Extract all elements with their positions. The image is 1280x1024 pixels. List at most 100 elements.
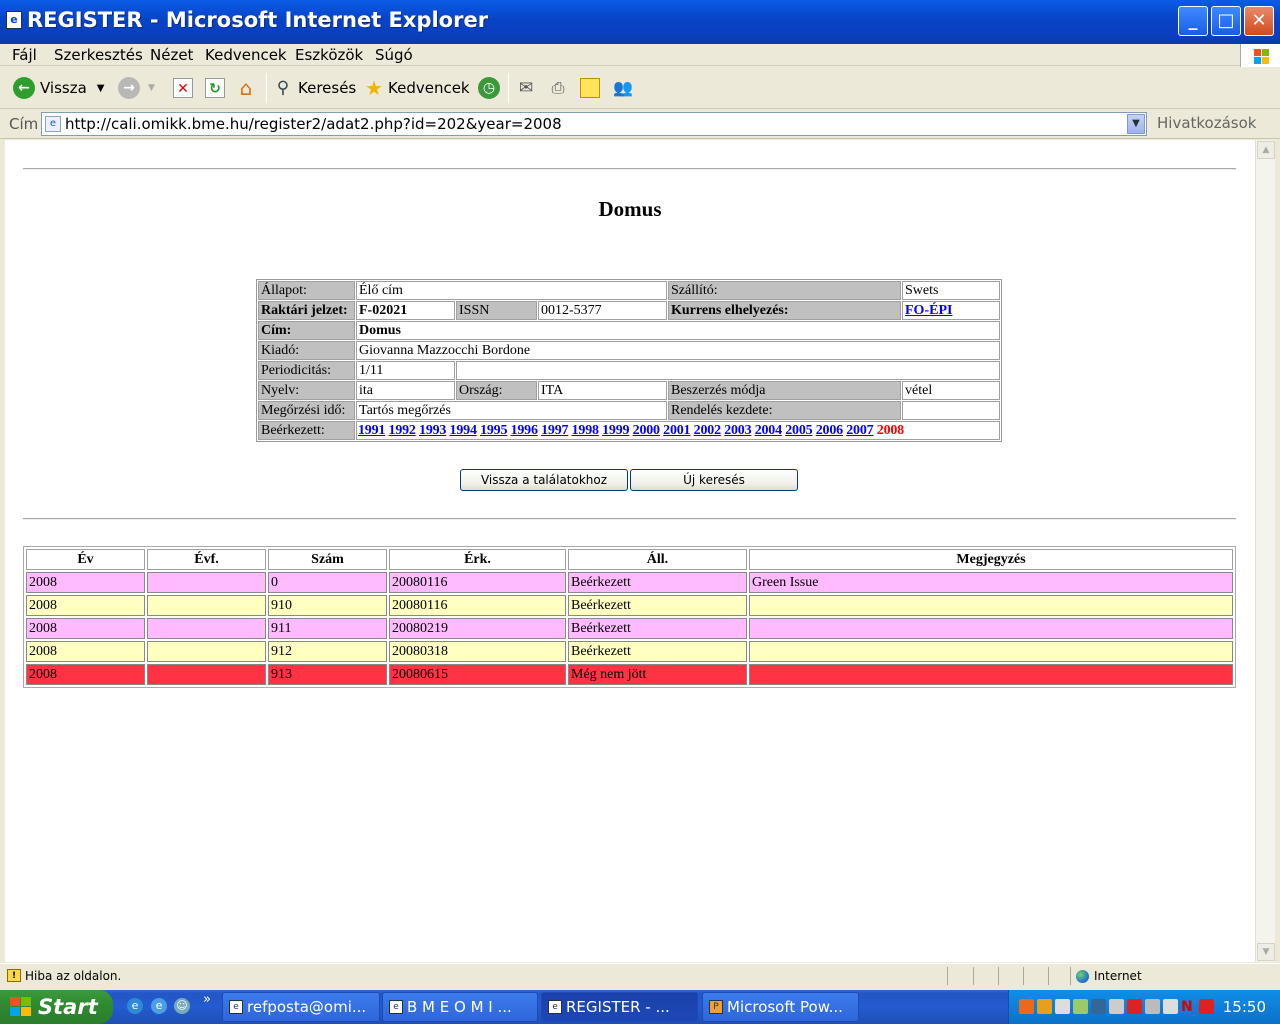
- page-title: Domus: [598, 197, 662, 221]
- links-label[interactable]: Hivatkozások: [1157, 114, 1256, 132]
- tray-app-icon[interactable]: [1019, 999, 1034, 1014]
- home-button[interactable]: ⌂: [236, 75, 256, 101]
- year-link[interactable]: 1999: [602, 423, 629, 438]
- year-link[interactable]: 2002: [694, 423, 721, 438]
- system-clock[interactable]: 15:50: [1223, 998, 1266, 1016]
- address-input[interactable]: e http://cali.omikk.bme.hu/register2/ada…: [41, 112, 1147, 136]
- year-link[interactable]: 2001: [663, 423, 690, 438]
- task-powerpoint[interactable]: P Microsoft Pow...: [702, 992, 859, 1022]
- error-warning-icon[interactable]: !: [7, 969, 21, 982]
- address-url[interactable]: http://cali.omikk.bme.hu/register2/adat2…: [65, 115, 562, 133]
- tray-app-icon[interactable]: [1109, 999, 1124, 1014]
- year-link[interactable]: 1991: [358, 423, 385, 438]
- vertical-scrollbar[interactable]: ▲ ▼: [1255, 140, 1275, 962]
- quicklaunch-outlook-icon[interactable]: e: [151, 998, 167, 1014]
- new-search-button[interactable]: Új keresés: [630, 469, 798, 491]
- top-divider: [23, 168, 1236, 170]
- address-bar: Cím e http://cali.omikk.bme.hu/register2…: [0, 109, 1280, 139]
- menu-tools[interactable]: Eszközök: [295, 46, 363, 64]
- year-link[interactable]: 2004: [755, 423, 782, 438]
- print-button[interactable]: ⎙: [548, 75, 568, 101]
- page-icon: e: [45, 116, 61, 132]
- start-button[interactable]: Start: [0, 990, 113, 1024]
- year-link[interactable]: 1996: [511, 423, 538, 438]
- forward-button[interactable]: → ▼: [118, 75, 155, 101]
- current-year: 2008: [876, 422, 904, 438]
- journal-info-table: Állapot: Élő cím Szállító: Swets Raktári…: [256, 279, 1002, 442]
- tray-app-icon[interactable]: [1163, 999, 1178, 1014]
- cell-note: [749, 595, 1233, 616]
- periodicity-label: Periodicitás:: [258, 361, 355, 380]
- search-button[interactable]: ⚲ Keresés: [273, 75, 356, 101]
- tray-app-icon[interactable]: [1055, 999, 1070, 1014]
- tray-volume-icon[interactable]: [1145, 999, 1160, 1014]
- cell-number: 910: [268, 595, 387, 616]
- tray-alert-icon[interactable]: [1127, 999, 1142, 1014]
- year-link[interactable]: 2006: [816, 423, 843, 438]
- year-link[interactable]: 1997: [541, 423, 568, 438]
- tray-network-icon[interactable]: [1091, 999, 1106, 1014]
- ie-page-icon: e: [6, 11, 22, 29]
- current-location-link[interactable]: FO-ÉPI: [905, 303, 952, 318]
- menu-file[interactable]: Fájl: [12, 46, 37, 64]
- maximize-button[interactable]: □: [1211, 6, 1241, 36]
- received-label: Beérkezett:: [258, 421, 355, 440]
- forward-arrow-icon: →: [118, 77, 140, 99]
- search-label: Keresés: [298, 79, 357, 97]
- mail-button[interactable]: ✉: [516, 75, 536, 101]
- back-to-results-button[interactable]: Vissza a találatokhoz: [460, 469, 628, 491]
- outlook-task-icon: e: [229, 1000, 243, 1014]
- menu-help[interactable]: Súgó: [375, 46, 413, 64]
- scroll-down-icon[interactable]: ▼: [1257, 943, 1275, 961]
- back-button[interactable]: ← Vissza ▼: [13, 75, 105, 101]
- year-link[interactable]: 1993: [419, 423, 446, 438]
- year-link[interactable]: 1998: [572, 423, 599, 438]
- cell-status: Beérkezett: [568, 618, 747, 639]
- year-link[interactable]: 1992: [389, 423, 416, 438]
- refresh-button[interactable]: ↻: [205, 75, 225, 101]
- scroll-up-icon[interactable]: ▲: [1257, 141, 1275, 159]
- tray-app-icon[interactable]: [1037, 999, 1052, 1014]
- task-register[interactable]: e REGISTER - ...: [541, 992, 698, 1022]
- tray-app-icon[interactable]: [1073, 999, 1088, 1014]
- cell-year: 2008: [26, 641, 145, 662]
- year-link[interactable]: 2005: [785, 423, 812, 438]
- task-bme-omikk[interactable]: e B M E O M I ...: [382, 992, 538, 1022]
- cell-volume: [147, 572, 266, 593]
- quicklaunch-overflow-icon[interactable]: »: [203, 992, 211, 1007]
- menu-edit[interactable]: Szerkesztés: [54, 46, 143, 64]
- windows-flag-icon: [10, 997, 32, 1017]
- year-link[interactable]: 2007: [846, 423, 873, 438]
- address-dropdown-icon[interactable]: ▼: [1127, 114, 1145, 134]
- status-message[interactable]: Hiba az oldalon.: [25, 969, 121, 983]
- system-tray: N 15:50: [1008, 990, 1280, 1024]
- col-header-volume: Évf.: [147, 549, 266, 570]
- edit-button[interactable]: [580, 75, 600, 101]
- forward-dropdown-icon[interactable]: ▼: [148, 83, 155, 93]
- year-link[interactable]: 1995: [480, 423, 507, 438]
- year-link[interactable]: 2000: [633, 423, 660, 438]
- year-link[interactable]: 2003: [724, 423, 751, 438]
- quicklaunch-messenger-icon[interactable]: ☺: [174, 998, 190, 1014]
- menu-favorites[interactable]: Kedvencek: [205, 46, 287, 64]
- year-link[interactable]: 1994: [450, 423, 477, 438]
- print-icon: ⎙: [551, 78, 565, 97]
- tray-disabled-icon[interactable]: [1199, 999, 1214, 1014]
- task-refposta[interactable]: e refposta@omi...: [222, 992, 380, 1022]
- task-label: REGISTER - ...: [566, 998, 670, 1016]
- messenger-button[interactable]: 👥: [613, 75, 633, 101]
- tray-n-icon[interactable]: N: [1181, 999, 1196, 1015]
- menu-view[interactable]: Nézet: [150, 46, 193, 64]
- status-cell: [973, 967, 998, 985]
- toolbar-separator: [508, 73, 509, 103]
- quicklaunch-ie-icon[interactable]: e: [127, 998, 143, 1014]
- minimize-button[interactable]: _: [1178, 6, 1208, 36]
- received-years: 1991 1992 1993 1994 1995 1996 1997 1998 …: [356, 421, 1000, 440]
- history-button[interactable]: ◷: [478, 75, 500, 101]
- close-button[interactable]: ✕: [1244, 6, 1274, 36]
- search-icon: ⚲: [276, 78, 290, 98]
- favorites-button[interactable]: ★ Kedvencek: [364, 75, 470, 101]
- periodicity-empty: [456, 361, 1000, 380]
- back-dropdown-icon[interactable]: ▼: [97, 83, 105, 94]
- stop-button[interactable]: ✕: [173, 75, 193, 101]
